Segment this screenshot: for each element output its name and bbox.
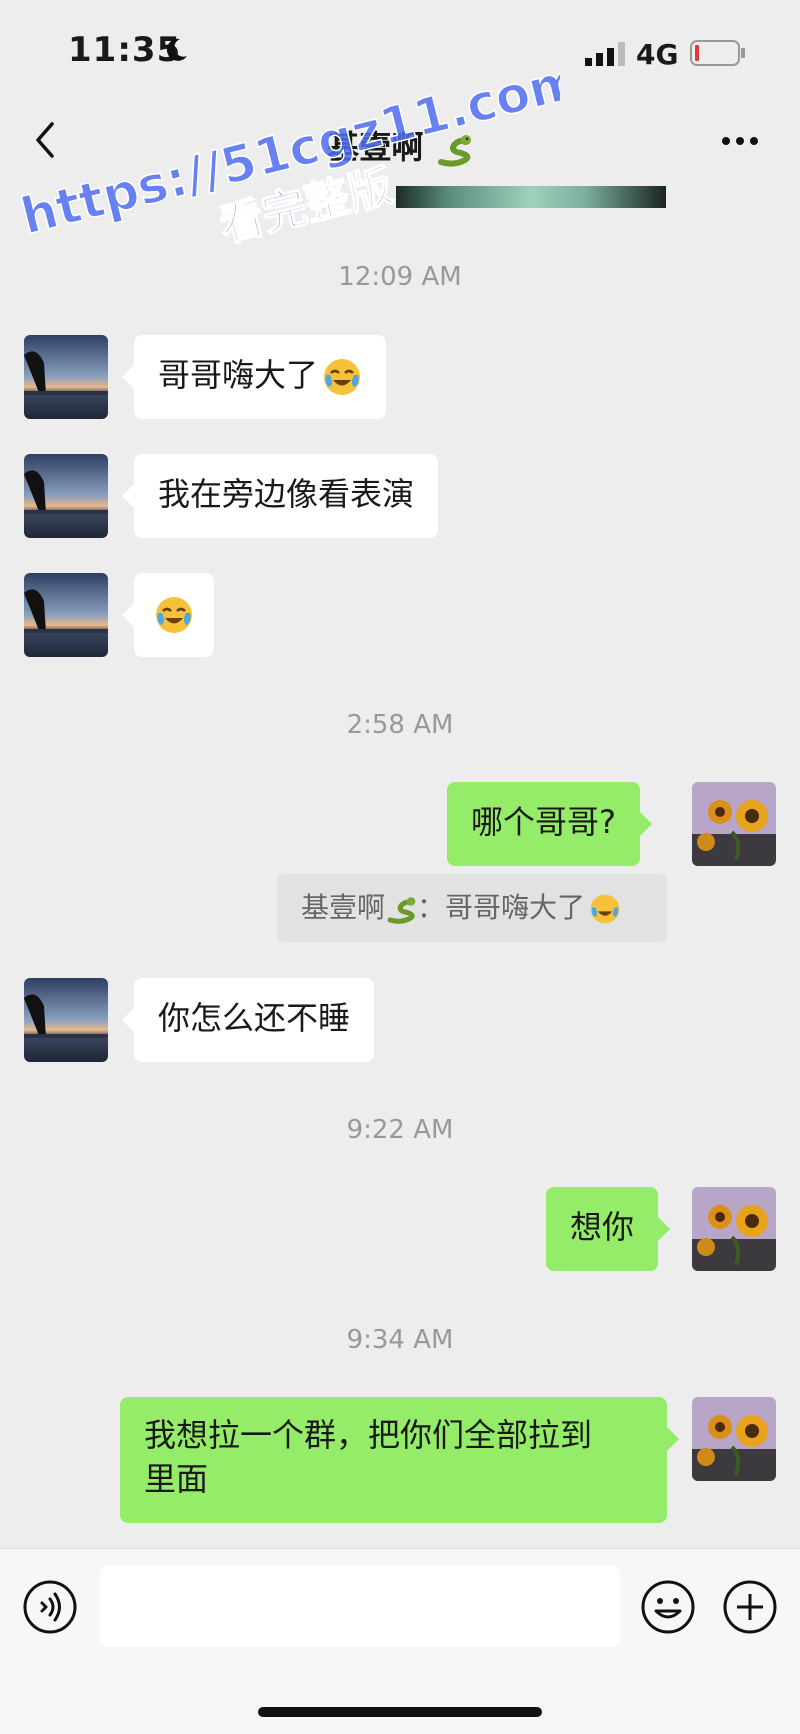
smiley-icon[interactable] [640,1579,696,1635]
face-with-tears-emoji-icon [324,359,361,395]
incoming-message-bubble[interactable]: 我在旁边像看表演 [121,454,439,538]
more-icon[interactable] [715,116,765,166]
network-type: 4G [636,38,679,71]
snake-emoji-icon [387,897,416,924]
timestamp: 2:58 AM [346,710,454,740]
quoted-reply[interactable]: 基壹啊 ：哥哥嗨大了 [277,874,667,942]
message-input[interactable] [100,1565,620,1647]
timestamp: 9:22 AM [346,1115,454,1145]
outgoing-message-bubble[interactable]: 我想拉一个群，把你们全部拉到 里面 [120,1397,679,1523]
outgoing-message-bubble[interactable]: 哪个哥哥? [447,782,652,866]
incoming-message-bubble[interactable] [122,573,214,657]
message-text: 你怎么还不睡 [158,999,351,1037]
message-text: 哪个哥哥? [471,803,616,841]
chat-title-text: 基壹啊 [327,128,424,166]
message-text: 哥哥嗨大了 [158,356,319,394]
my-avatar[interactable] [692,1187,776,1271]
contact-avatar[interactable] [24,978,108,1062]
incoming-message-bubble[interactable]: 哥哥嗨大了 [121,335,387,419]
chat-header: 基壹啊 [0,100,800,186]
plus-icon[interactable] [722,1579,778,1635]
message-text-line: 我想拉一个群，把你们全部拉到 [144,1416,593,1454]
signal-icon [585,42,625,66]
message-text-line: 里面 [144,1460,209,1498]
incoming-message-bubble[interactable]: 你怎么还不睡 [121,978,375,1062]
status-bar: 11:35 4G [0,0,800,100]
chat-title: 基壹啊 [0,122,800,168]
face-with-tears-emoji-icon [156,597,192,633]
snake-emoji-icon [437,135,471,167]
quote-text: 哥哥嗨大了 [445,891,586,924]
face-with-tears-emoji-icon [590,894,620,924]
my-avatar[interactable] [692,782,776,866]
battery-icon [690,40,745,66]
my-avatar[interactable] [692,1397,776,1481]
quote-separator: ： [417,891,446,924]
timestamp: 12:09 AM [338,262,462,292]
contact-avatar[interactable] [24,573,108,657]
timestamp: 9:34 AM [346,1325,454,1355]
previous-image-message[interactable] [396,186,666,208]
home-indicator[interactable] [258,1707,542,1717]
contact-avatar[interactable] [24,454,108,538]
message-text: 我在旁边像看表演 [158,475,415,513]
input-bar [0,1548,800,1734]
moon-icon [166,38,187,61]
voice-icon[interactable] [22,1579,78,1635]
contact-avatar[interactable] [24,335,108,419]
quote-sender: 基壹啊 [301,891,386,924]
outgoing-message-bubble[interactable]: 想你 [546,1187,671,1271]
message-text: 想你 [570,1208,635,1246]
